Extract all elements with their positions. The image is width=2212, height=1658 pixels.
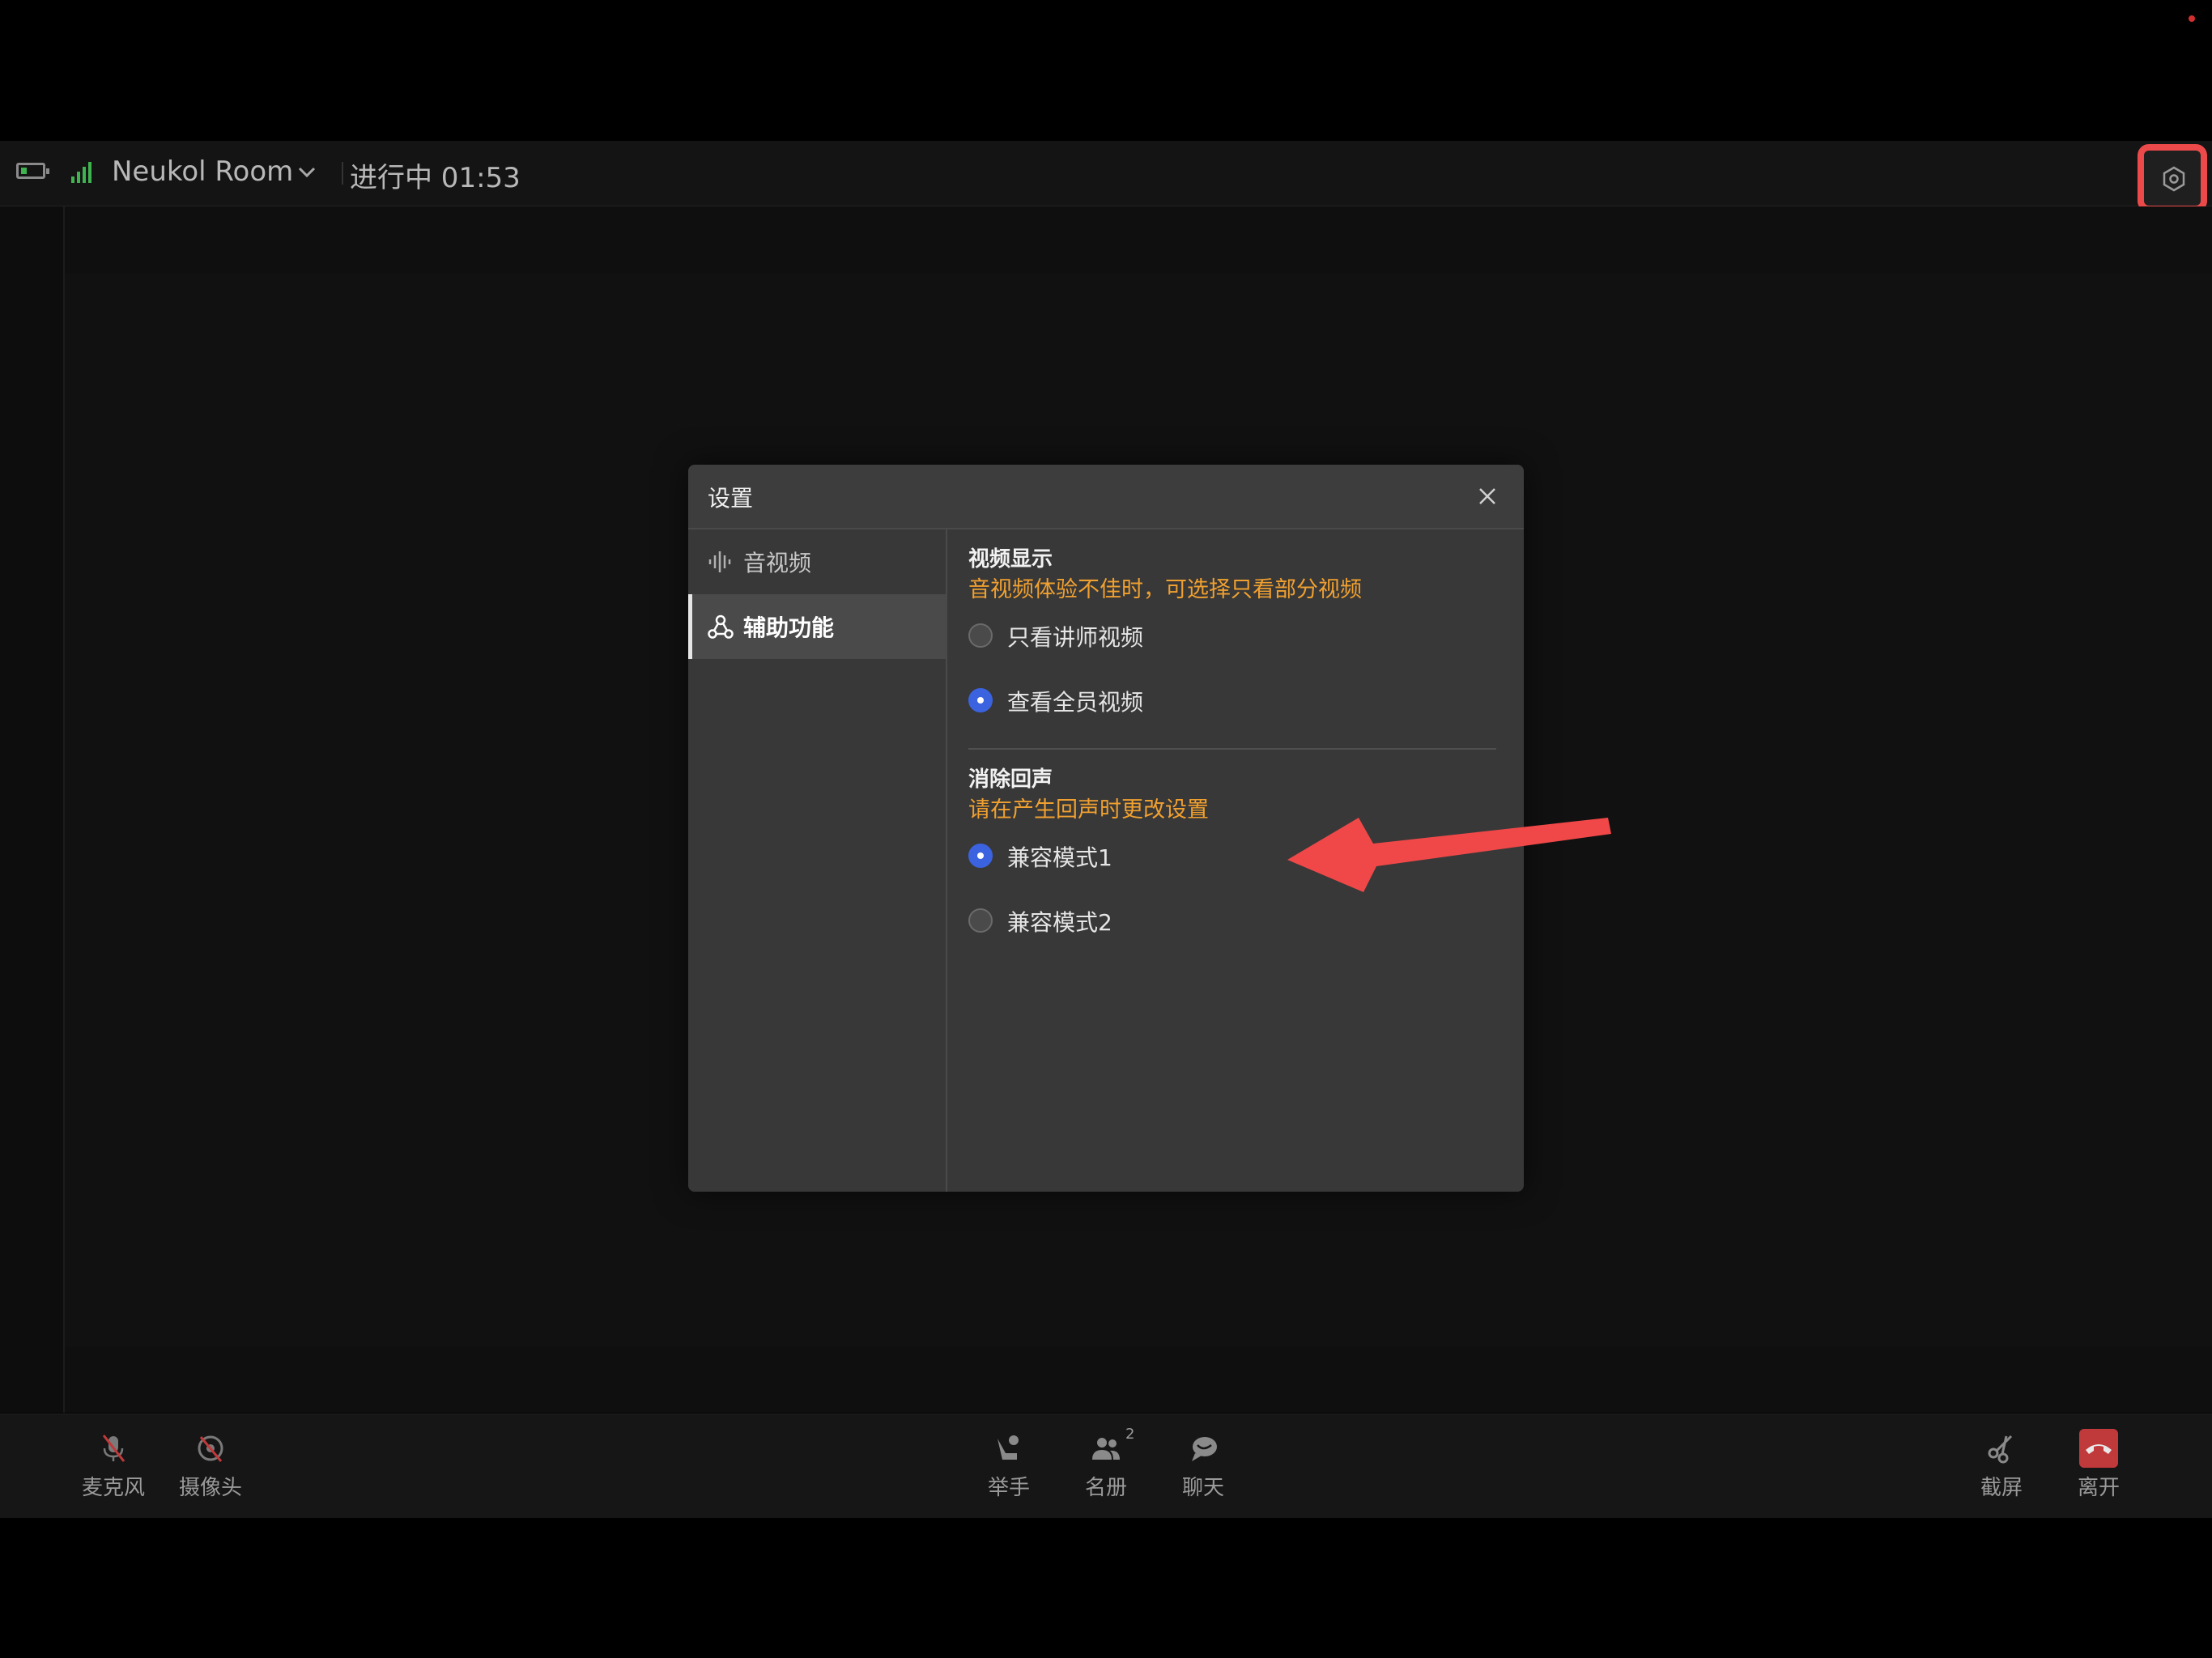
sidebar-item-audio-video[interactable]: 音视频 (688, 529, 946, 594)
section-hint-video-display: 音视频体验不佳时，可选择只看部分视频 (968, 577, 1362, 602)
hang-up-icon (2079, 1429, 2118, 1468)
settings-sidebar: 音视频 辅助功能 (688, 529, 947, 1192)
sidebar-item-accessibility[interactable]: 辅助功能 (688, 594, 946, 659)
stage-bottom-band (65, 1346, 2212, 1413)
leave-label: 离开 (2077, 1476, 2120, 1500)
chat-icon (1192, 1437, 1217, 1461)
radio-option-compat-mode-2[interactable]: 兼容模式2 (968, 903, 1454, 939)
radio-label: 兼容模式1 (1007, 844, 1112, 871)
topbar-divider (342, 162, 343, 185)
radio-label: 兼容模式2 (1007, 909, 1112, 936)
mic-label: 麦克风 (81, 1476, 145, 1500)
roster-count-badge: 2 (1125, 1426, 1135, 1443)
close-icon[interactable] (1474, 483, 1501, 510)
mic-muted-icon (102, 1435, 125, 1462)
camera-off-icon (198, 1435, 223, 1462)
raise-hand-label: 举手 (987, 1476, 1030, 1500)
scissors-icon (1988, 1435, 2013, 1464)
annotation-arrow-icon (1287, 818, 1611, 892)
screenshot-button[interactable]: 截屏 (1953, 1414, 2050, 1518)
meeting-status: 进行中 01:53 (350, 162, 521, 194)
screenshot-label: 截屏 (1980, 1476, 2023, 1500)
raise-hand-icon (998, 1435, 1019, 1460)
chat-button[interactable]: 聊天 (1155, 1414, 1252, 1518)
radio-label: 查看全员视频 (1007, 689, 1144, 716)
radio-label: 只看讲师视频 (1007, 624, 1144, 651)
settings-button[interactable] (2138, 144, 2207, 212)
sidebar-item-label: 音视频 (743, 550, 812, 576)
radio-button[interactable] (968, 623, 993, 648)
notification-dot (2189, 15, 2195, 22)
leave-button[interactable]: 离开 (2050, 1414, 2147, 1518)
radio-button[interactable] (968, 908, 993, 933)
battery-icon (16, 163, 49, 179)
room-name[interactable]: Neukol Room (112, 155, 293, 188)
top-bar: Neukol Room 进行中 01:53 (0, 141, 2212, 212)
section-hint-echo-cancel: 请在产生回声时更改设置 (968, 797, 1209, 823)
chevron-down-icon[interactable] (295, 160, 319, 185)
audio-wave-icon (708, 551, 731, 572)
section-divider (968, 748, 1496, 750)
accessibility-icon (708, 614, 734, 639)
dialog-title: 设置 (708, 485, 754, 512)
roster-label: 名册 (1084, 1476, 1127, 1500)
people-icon (1092, 1438, 1120, 1460)
camera-label: 摄像头 (178, 1476, 242, 1500)
radio-option-all-video[interactable]: 查看全员视频 (968, 683, 1454, 719)
radio-button[interactable] (968, 844, 993, 868)
roster-button[interactable]: 2 名册 (1057, 1414, 1155, 1518)
dialog-header: 设置 (688, 465, 1524, 529)
bottom-toolbar: 麦克风 摄像头 举手 2 名册 聊天 截屏 离开 (0, 1414, 2212, 1518)
radio-button[interactable] (968, 688, 993, 712)
stage-top-band (65, 206, 2212, 274)
section-title-echo-cancel: 消除回声 (968, 767, 1053, 792)
radio-option-teacher-only[interactable]: 只看讲师视频 (968, 619, 1454, 654)
participant-strip (0, 206, 65, 1413)
raise-hand-button[interactable]: 举手 (960, 1414, 1057, 1518)
chat-label: 聊天 (1181, 1476, 1224, 1500)
signal-strength-icon (71, 159, 96, 183)
gear-icon (2163, 166, 2185, 192)
sidebar-item-label: 辅助功能 (743, 614, 835, 641)
mic-button[interactable]: 麦克风 (65, 1414, 162, 1518)
camera-button[interactable]: 摄像头 (162, 1414, 259, 1518)
section-title-video-display: 视频显示 (968, 547, 1053, 572)
